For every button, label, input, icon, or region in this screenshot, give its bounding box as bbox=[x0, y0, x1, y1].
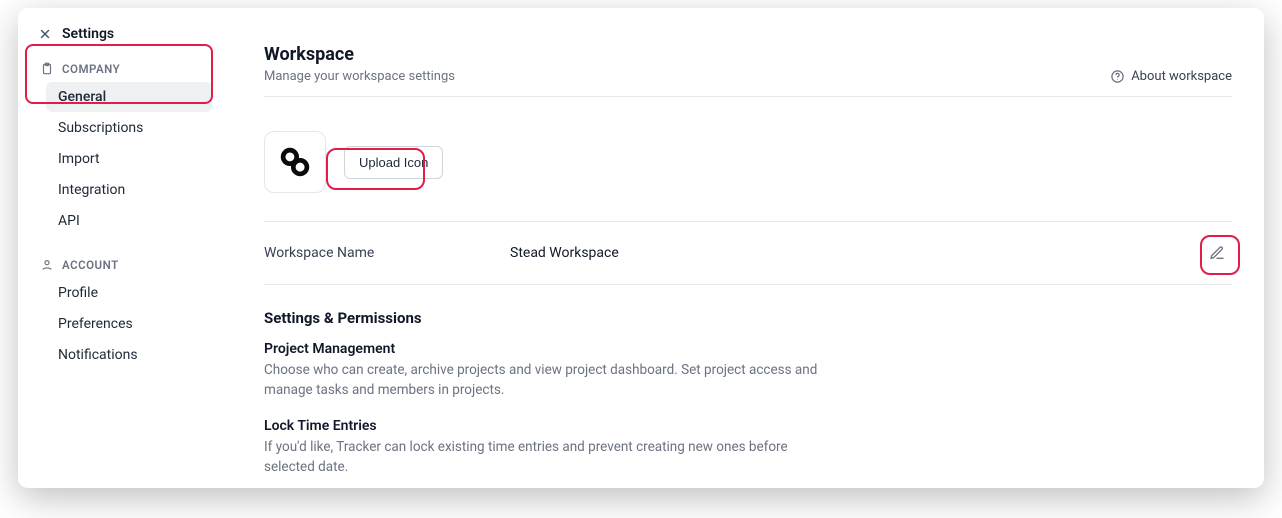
sidebar-header: Settings bbox=[30, 22, 218, 54]
settings-window: Settings COMPANY General Subscriptions I… bbox=[18, 8, 1264, 488]
setting-title: Project Management bbox=[264, 341, 824, 357]
main-content: Workspace Manage your workspace settings… bbox=[232, 8, 1264, 488]
setting-desc: If you'd like, Tracker can lock existing… bbox=[264, 438, 824, 477]
setting-project-management: Project Management Choose who can create… bbox=[264, 341, 824, 400]
sidebar-item-integration[interactable]: Integration bbox=[46, 175, 212, 205]
sidebar-title: Settings bbox=[62, 26, 114, 42]
user-icon bbox=[40, 258, 54, 272]
section-label: COMPANY bbox=[62, 62, 120, 76]
workspace-logo bbox=[264, 131, 326, 193]
sidebar-section-company: COMPANY bbox=[30, 54, 218, 82]
close-icon[interactable] bbox=[38, 27, 52, 41]
page-header: Workspace Manage your workspace settings… bbox=[264, 44, 1232, 97]
page-subtitle: Manage your workspace settings bbox=[264, 69, 455, 84]
page-title: Workspace bbox=[264, 44, 455, 65]
clipboard-icon bbox=[40, 62, 54, 76]
sidebar-item-import[interactable]: Import bbox=[46, 144, 212, 174]
about-workspace-link[interactable]: About workspace bbox=[1110, 69, 1232, 84]
about-link-text: About workspace bbox=[1131, 69, 1232, 84]
help-icon bbox=[1110, 69, 1125, 84]
pencil-icon bbox=[1209, 245, 1225, 261]
sidebar-item-api[interactable]: API bbox=[46, 206, 212, 236]
sidebar-item-general[interactable]: General bbox=[46, 82, 212, 112]
setting-title: Lock Time Entries bbox=[264, 418, 824, 434]
workspace-name-value: Stead Workspace bbox=[510, 245, 1202, 261]
sidebar-item-subscriptions[interactable]: Subscriptions bbox=[46, 113, 212, 143]
sidebar-section-account: ACCOUNT bbox=[30, 250, 218, 278]
sidebar: Settings COMPANY General Subscriptions I… bbox=[18, 8, 232, 488]
sidebar-item-preferences[interactable]: Preferences bbox=[46, 309, 212, 339]
workspace-icon-row: Upload Icon bbox=[264, 97, 1232, 221]
setting-lock-time-entries: Lock Time Entries If you'd like, Tracker… bbox=[264, 418, 824, 477]
sidebar-item-profile[interactable]: Profile bbox=[46, 278, 212, 308]
settings-permissions-header: Settings & Permissions bbox=[264, 309, 1232, 327]
upload-icon-button[interactable]: Upload Icon bbox=[344, 146, 443, 179]
workspace-name-row: Workspace Name Stead Workspace bbox=[264, 221, 1232, 285]
workspace-name-label: Workspace Name bbox=[264, 245, 510, 261]
sidebar-item-notifications[interactable]: Notifications bbox=[46, 340, 212, 370]
section-label: ACCOUNT bbox=[62, 258, 119, 272]
edit-workspace-name-button[interactable] bbox=[1202, 238, 1232, 268]
setting-desc: Choose who can create, archive projects … bbox=[264, 361, 824, 400]
